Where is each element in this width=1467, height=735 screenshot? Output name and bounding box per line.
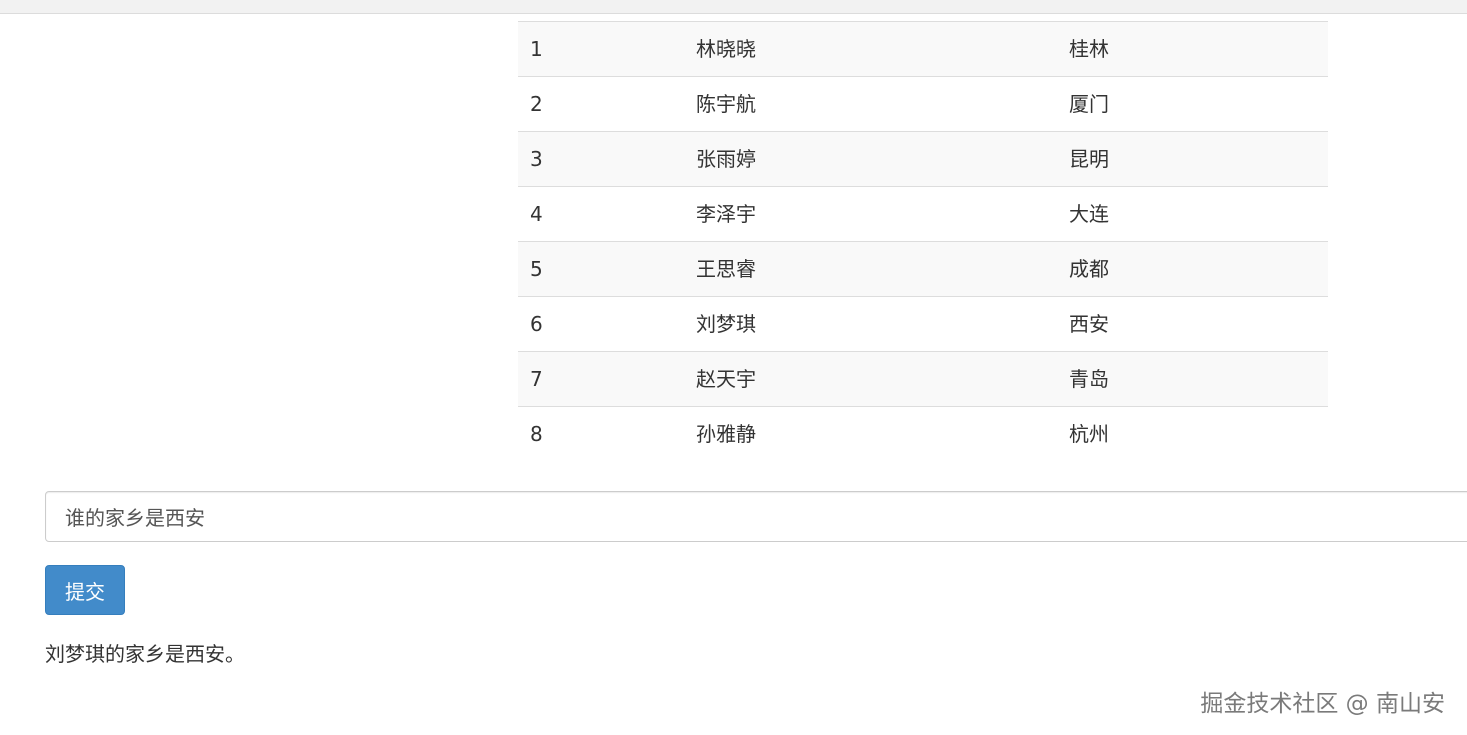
table-row: 8 孙雅静 杭州 xyxy=(518,406,1328,461)
row-city: 厦门 xyxy=(1057,76,1328,132)
row-name: 陈宇航 xyxy=(684,76,1057,132)
row-city: 大连 xyxy=(1057,186,1328,242)
row-name: 孙雅静 xyxy=(684,406,1057,461)
table-row: 1 林晓晓 桂林 xyxy=(518,21,1328,77)
table-row: 3 张雨婷 昆明 xyxy=(518,131,1328,187)
row-id: 3 xyxy=(518,131,684,187)
table-row: 5 王思睿 成都 xyxy=(518,241,1328,297)
row-city: 青岛 xyxy=(1057,351,1328,407)
table-row: 2 陈宇航 厦门 xyxy=(518,76,1328,132)
answer-text: 刘梦琪的家乡是西安。 xyxy=(45,642,245,666)
row-id: 4 xyxy=(518,186,684,242)
row-id: 1 xyxy=(518,21,684,77)
row-name: 林晓晓 xyxy=(684,21,1057,77)
row-city: 昆明 xyxy=(1057,131,1328,187)
question-input[interactable] xyxy=(45,491,1467,542)
row-city: 西安 xyxy=(1057,296,1328,352)
row-id: 2 xyxy=(518,76,684,132)
table-row: 7 赵天宇 青岛 xyxy=(518,351,1328,407)
table-row: 6 刘梦琪 西安 xyxy=(518,296,1328,352)
row-city: 桂林 xyxy=(1057,21,1328,77)
watermark: 掘金技术社区 @ 南山安 xyxy=(1200,691,1445,717)
row-name: 刘梦琪 xyxy=(684,296,1057,352)
row-name: 张雨婷 xyxy=(684,131,1057,187)
top-strip xyxy=(0,0,1467,14)
page: 1 林晓晓 桂林 2 陈宇航 厦门 3 张雨婷 昆明 4 李泽宇 大连 5 王思 xyxy=(0,0,1467,735)
row-id: 6 xyxy=(518,296,684,352)
people-table: 1 林晓晓 桂林 2 陈宇航 厦门 3 张雨婷 昆明 4 李泽宇 大连 5 王思 xyxy=(518,21,1328,461)
row-id: 8 xyxy=(518,406,684,461)
row-name: 赵天宇 xyxy=(684,351,1057,407)
row-id: 5 xyxy=(518,241,684,297)
table-row: 4 李泽宇 大连 xyxy=(518,186,1328,242)
row-name: 王思睿 xyxy=(684,241,1057,297)
row-city: 成都 xyxy=(1057,241,1328,297)
row-name: 李泽宇 xyxy=(684,186,1057,242)
row-city: 杭州 xyxy=(1057,406,1328,461)
row-id: 7 xyxy=(518,351,684,407)
submit-button[interactable]: 提交 xyxy=(45,565,125,615)
